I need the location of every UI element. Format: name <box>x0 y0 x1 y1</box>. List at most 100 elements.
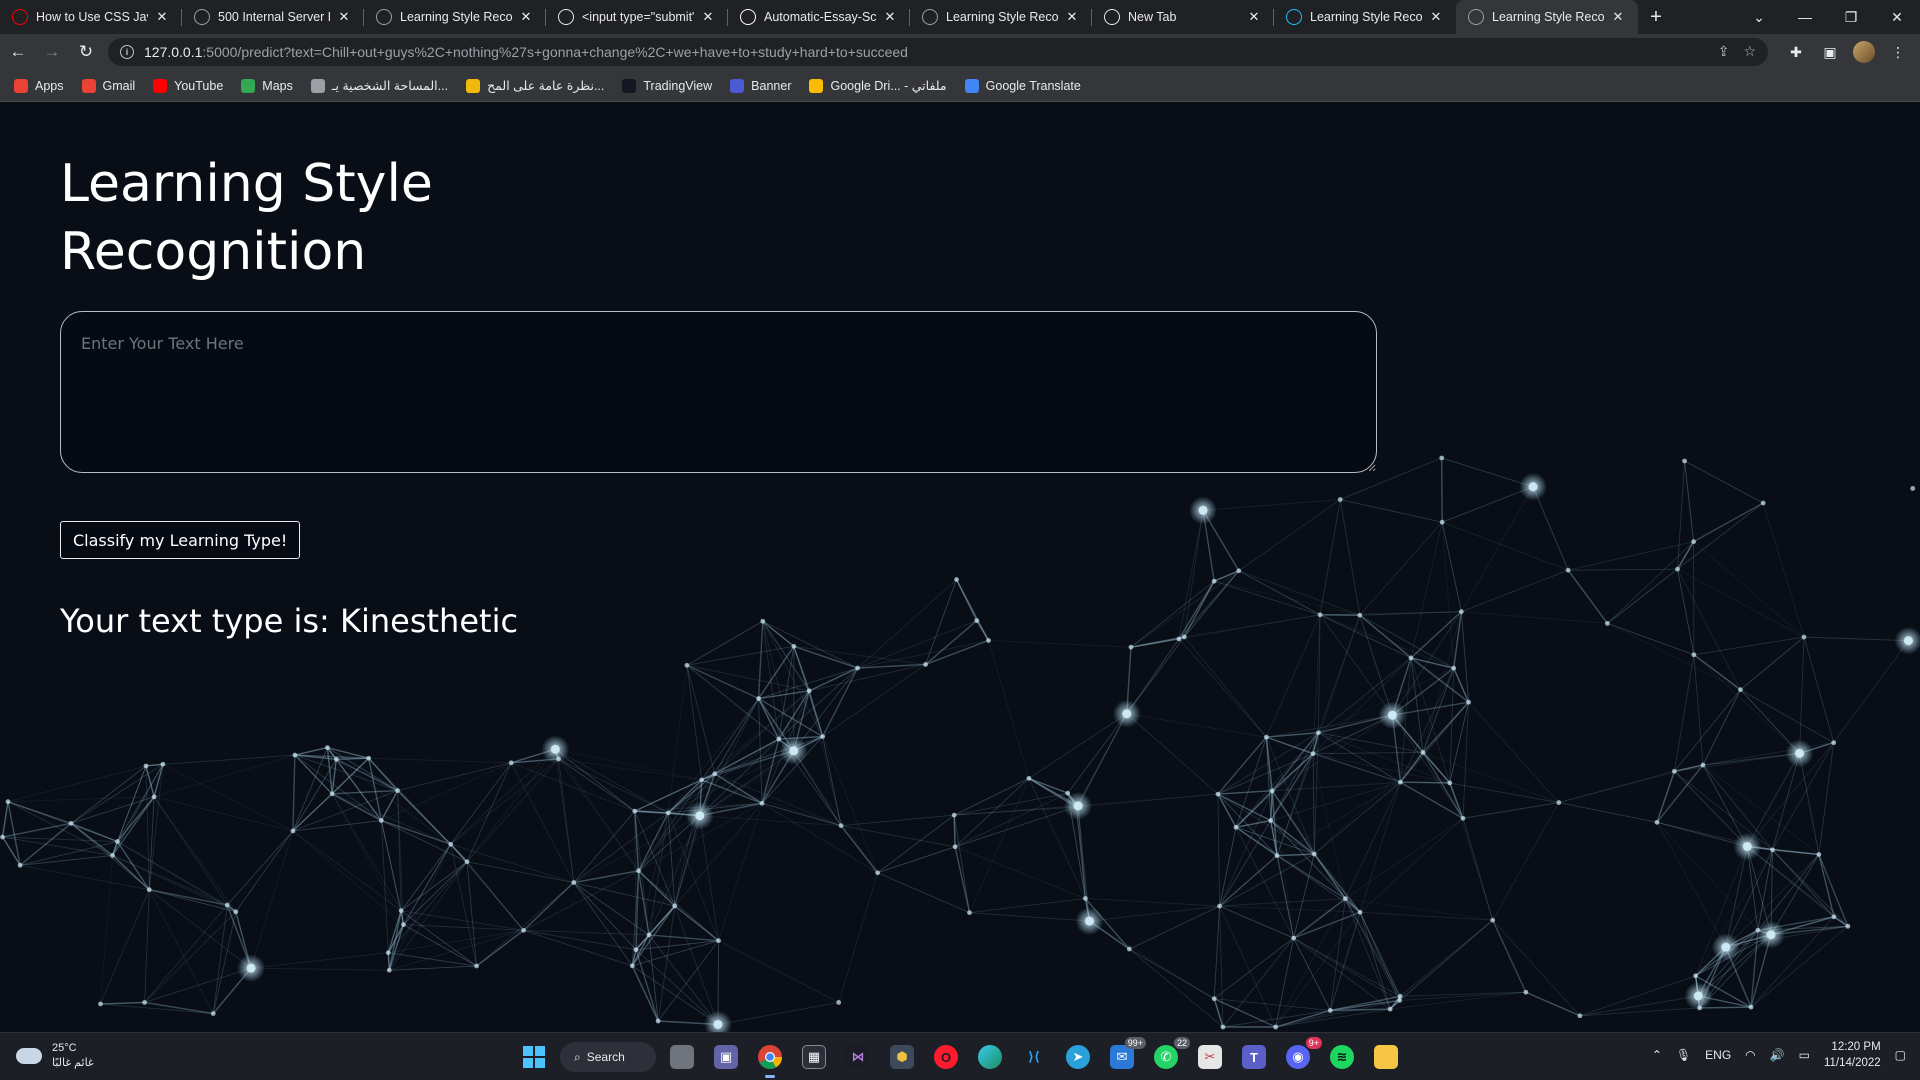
start-button[interactable] <box>516 1039 552 1075</box>
bookmark-item[interactable]: Google Dri... - ملفاتي <box>809 78 947 93</box>
weather-widget[interactable]: 25°C غائم غالبًا <box>16 1041 94 1071</box>
bookmark-item[interactable]: Apps <box>14 78 64 93</box>
bookmark-item[interactable]: TradingView <box>622 78 712 93</box>
tab-search-icon[interactable]: ⌄ <box>1736 0 1782 34</box>
tab-close-icon[interactable]: ✕ <box>336 9 352 25</box>
spotify-icon[interactable]: ≋ <box>1324 1039 1360 1075</box>
language-indicator[interactable]: ENG <box>1705 1048 1731 1062</box>
taskbar-search[interactable]: ⌕ Search <box>560 1042 656 1072</box>
address-bar[interactable]: i 127.0.0.1:5000/predict?text=Chill+out+… <box>108 38 1768 66</box>
bookmark-label: YouTube <box>174 78 224 93</box>
side-panel-icon[interactable]: ▣ <box>1816 38 1844 66</box>
menu-kebab-icon[interactable]: ⋮ <box>1884 38 1912 66</box>
telegram-icon[interactable]: ➤ <box>1060 1039 1096 1075</box>
clock[interactable]: 12:20 PM 11/14/2022 <box>1824 1039 1881 1071</box>
classify-button[interactable]: Classify my Learning Type! <box>60 521 301 559</box>
file-explorer-icon[interactable] <box>1368 1039 1404 1075</box>
browser-tab[interactable]: Automatic-Essay-Scor ✕ <box>728 0 910 34</box>
bookmark-item[interactable]: Google Translate <box>964 78 1081 93</box>
back-icon[interactable]: ← <box>2 38 34 66</box>
restore-icon[interactable]: ❐ <box>1828 0 1874 34</box>
volume-icon[interactable]: 🔊 <box>1770 1048 1785 1062</box>
microphone-icon[interactable]: 🎙 <box>1676 1048 1691 1062</box>
bookmark-item[interactable]: Maps <box>241 78 293 93</box>
chrome-logo-icon <box>758 1045 782 1070</box>
notifications-icon[interactable]: ▢ <box>1895 1048 1906 1062</box>
share-icon[interactable]: ⇪ <box>1718 43 1730 60</box>
edge-icon[interactable] <box>972 1039 1008 1075</box>
chrome-icon <box>1104 9 1120 25</box>
bookmark-item[interactable]: Banner <box>730 78 792 93</box>
browser-tab[interactable]: 500 Internal Server Er ✕ <box>182 0 364 34</box>
chevron-up-icon[interactable]: ⌃ <box>1652 1048 1662 1062</box>
bookmark-label: Gmail <box>102 78 136 93</box>
gmail-icon <box>81 78 96 93</box>
extensions-icon[interactable]: ✚ <box>1782 38 1810 66</box>
weather-condition: غائم غالبًا <box>52 1057 94 1069</box>
page-title: Learning Style Recognition <box>60 154 433 282</box>
minimize-icon[interactable]: — <box>1782 0 1828 34</box>
tab-close-icon[interactable]: ✕ <box>154 9 170 25</box>
browser-tab[interactable]: Learning Style Recogn ✕ <box>1274 0 1456 34</box>
globe-icon <box>922 9 938 25</box>
profile-avatar[interactable] <box>1850 38 1878 66</box>
wifi-icon[interactable]: ◠ <box>1745 1048 1755 1062</box>
mail-icon[interactable]: ✉ 99+ <box>1104 1037 1146 1075</box>
tradingview-icon <box>622 78 637 93</box>
browser-tab[interactable]: New Tab ✕ <box>1092 0 1274 34</box>
browser-tab[interactable]: Learning Style Recogn ✕ <box>910 0 1092 34</box>
browser-chrome: How to Use CSS Javas✕500 Internal Server… <box>0 0 1920 102</box>
tab-close-icon[interactable]: ✕ <box>1428 9 1444 25</box>
search-icon: ⌕ <box>574 1049 581 1064</box>
browser-tab[interactable]: Learning Style Recogn ✕ <box>1456 0 1638 34</box>
browser-tab[interactable]: Learning Style Recogn ✕ <box>364 0 546 34</box>
bookmark-label: Google Translate <box>985 78 1081 93</box>
tab-title: <input type="submit" <box>582 10 694 24</box>
bookmark-star-icon[interactable]: ☆ <box>1743 43 1756 60</box>
tab-close-icon[interactable]: ✕ <box>1246 9 1262 25</box>
reload-icon[interactable]: ↻ <box>70 38 102 66</box>
box-app-icon[interactable]: ⬢ <box>884 1039 920 1075</box>
close-window-icon[interactable]: ✕ <box>1874 0 1920 34</box>
whatsapp-badge: 22 <box>1173 1037 1190 1049</box>
new-tab-icon[interactable]: + <box>1638 0 1674 34</box>
tab-close-icon[interactable]: ✕ <box>882 9 898 25</box>
bookmark-label: Banner <box>751 78 792 93</box>
browser-toolbar: ← → ↻ i 127.0.0.1:5000/predict?text=Chil… <box>0 34 1920 70</box>
taskbar-search-label: Search <box>586 1050 625 1064</box>
snipping-tool-icon[interactable]: ✂ <box>1192 1039 1228 1075</box>
visual-studio-icon[interactable]: ⋈ <box>840 1039 876 1075</box>
site-info-icon[interactable]: i <box>120 45 134 59</box>
kaggle-icon <box>1286 9 1302 25</box>
bookmark-label: نظرة عامة على المح... <box>487 79 605 93</box>
bookmark-item[interactable]: YouTube <box>153 78 224 93</box>
chat-icon[interactable]: ▣ <box>708 1039 744 1075</box>
battery-icon[interactable]: ▭ <box>1799 1048 1810 1062</box>
opera-icon[interactable]: O <box>928 1039 964 1075</box>
youtube-icon <box>12 9 28 25</box>
store-icon[interactable]: ▦ <box>796 1039 832 1075</box>
tab-close-icon[interactable]: ✕ <box>518 9 534 25</box>
cloud-icon <box>16 1048 42 1064</box>
taskbar: 25°C غائم غالبًا ⌕ Search ▣ ▦ ⋈ ⬢ O ⟩⟨ ➤ … <box>0 1032 1920 1080</box>
google-drive-icon <box>809 78 824 93</box>
maps-pin-icon <box>241 78 256 93</box>
apps-grid-icon <box>14 78 28 93</box>
text-input[interactable] <box>60 311 1377 473</box>
tab-close-icon[interactable]: ✕ <box>1610 9 1626 25</box>
bookmark-label: Apps <box>35 78 64 93</box>
bookmark-item[interactable]: Gmail <box>81 78 136 93</box>
whatsapp-icon[interactable]: ✆ 22 <box>1148 1037 1190 1075</box>
task-view-icon[interactable] <box>664 1039 700 1075</box>
discord-icon[interactable]: ◉ 9+ <box>1280 1037 1322 1075</box>
bookmark-item[interactable]: نظرة عامة على المح... <box>466 78 604 93</box>
teams-icon[interactable]: T <box>1236 1039 1272 1075</box>
tab-close-icon[interactable]: ✕ <box>1064 9 1080 25</box>
browser-tab[interactable]: How to Use CSS Javas ✕ <box>0 0 182 34</box>
tab-close-icon[interactable]: ✕ <box>700 9 716 25</box>
chrome-taskbar-icon[interactable] <box>752 1039 788 1078</box>
forward-icon[interactable]: → <box>36 38 68 66</box>
vscode-icon[interactable]: ⟩⟨ <box>1016 1039 1052 1075</box>
browser-tab[interactable]: <input type="submit" ✕ <box>546 0 728 34</box>
bookmark-item[interactable]: المساحة الشخصية يـ... <box>310 78 448 93</box>
